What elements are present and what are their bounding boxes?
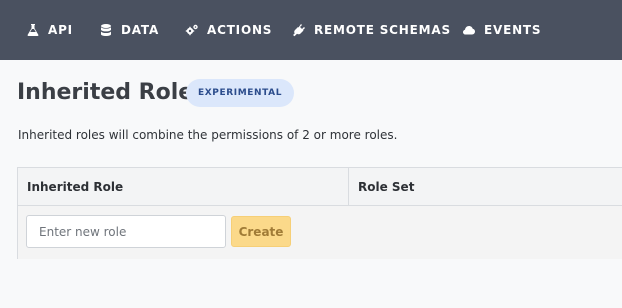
column-header-role-set: Role Set: [358, 179, 415, 194]
nav-item-label: API: [48, 23, 73, 37]
experimental-badge: EXPERIMENTAL: [186, 79, 295, 107]
flask-icon: [26, 23, 40, 37]
nav-item-api[interactable]: API: [26, 0, 73, 60]
column-header-inherited-role: Inherited Role: [18, 168, 349, 205]
nav-item-label: REMOTE SCHEMAS: [314, 23, 451, 37]
new-role-input[interactable]: [26, 215, 226, 248]
nav-item-remote-schemas[interactable]: REMOTE SCHEMAS: [292, 0, 451, 60]
cloud-icon: [462, 23, 476, 37]
table-row: Create: [18, 206, 622, 259]
nav-item-data[interactable]: DATA: [99, 0, 159, 60]
database-icon: [99, 23, 113, 37]
page-description: Inherited roles will combine the permiss…: [18, 128, 398, 142]
table-header: Inherited Role Role Set: [18, 168, 622, 206]
create-button[interactable]: Create: [231, 216, 291, 247]
cogs-icon: [185, 23, 199, 37]
nav-item-events[interactable]: EVENTS: [462, 0, 541, 60]
plug-icon: [292, 23, 306, 37]
main-content: Inherited Roles EXPERIMENTAL Inherited r…: [0, 60, 622, 308]
page-title: Inherited Roles: [17, 80, 207, 105]
nav-item-label: ACTIONS: [207, 23, 273, 37]
nav-item-actions[interactable]: ACTIONS: [185, 0, 272, 60]
top-navigation: API DATA ACTIONS REMOTE SCHEMAS EVENTS: [0, 0, 622, 60]
inherited-roles-table: Inherited Role Role Set Create: [17, 167, 622, 259]
nav-item-label: EVENTS: [484, 23, 542, 37]
nav-item-label: DATA: [121, 23, 160, 37]
